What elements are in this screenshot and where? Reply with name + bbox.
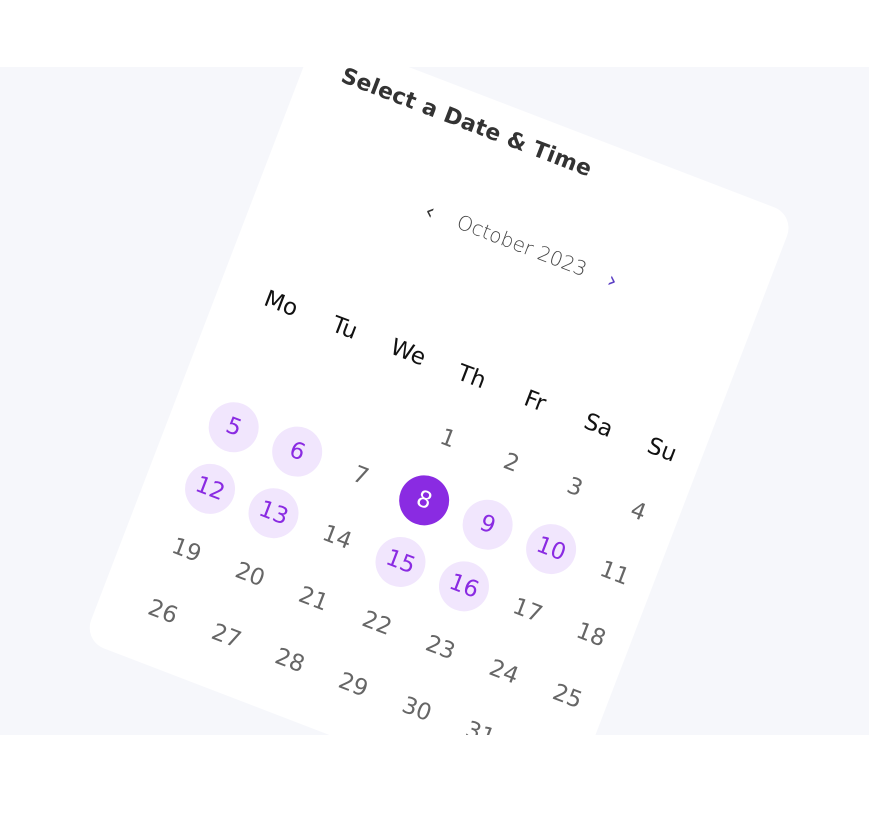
page-background: Select a Date & Time ‹ October 2023 › Mo… <box>0 67 869 735</box>
